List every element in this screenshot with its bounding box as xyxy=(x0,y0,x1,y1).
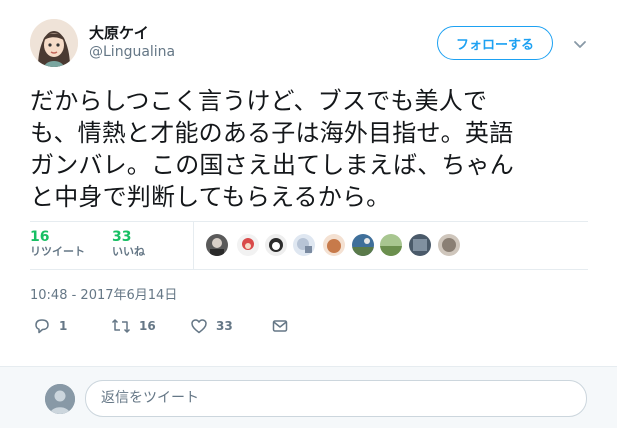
author-avatar[interactable] xyxy=(30,19,78,67)
liker-avatar[interactable] xyxy=(206,234,228,256)
stats-top-divider xyxy=(30,221,588,222)
retweet-icon xyxy=(111,319,131,333)
user-avatar xyxy=(45,384,75,414)
liker-avatar[interactable] xyxy=(409,234,431,256)
liker-avatar[interactable] xyxy=(323,234,345,256)
retweet-count: 16 xyxy=(30,229,50,245)
like-action[interactable]: 33 xyxy=(190,316,233,336)
follow-button[interactable]: フォローする xyxy=(437,26,553,60)
liker-avatar[interactable] xyxy=(438,234,460,256)
tweet-text-line: も、情熱と才能のある子は海外目指せ。英語 xyxy=(30,119,514,147)
default-user-icon xyxy=(45,384,75,414)
reply-action[interactable]: 1 xyxy=(33,316,67,336)
liker-avatar[interactable] xyxy=(380,234,402,256)
like-label: いいね xyxy=(112,245,145,258)
reply-icon xyxy=(35,319,49,334)
tweet-timestamp[interactable]: 10:48 - 2017年6月14日 xyxy=(30,284,177,303)
tweet-text-line: と中身で判断してもらえるから。 xyxy=(30,183,391,211)
envelope-icon xyxy=(272,320,288,332)
liker-avatar[interactable] xyxy=(237,234,259,256)
reply-composer: 返信をツイート xyxy=(0,366,617,428)
tweet-text-line: ガンバレ。この国さえ出てしまえば、ちゃん xyxy=(30,151,514,179)
like-count: 33 xyxy=(112,229,132,245)
retweet-stat[interactable]: 16 リツイート xyxy=(30,229,85,259)
direct-message-action[interactable] xyxy=(271,316,289,336)
reply-count: 1 xyxy=(59,319,68,333)
stats-separator xyxy=(193,222,194,269)
like-action-count: 33 xyxy=(216,319,233,333)
stats-bottom-divider xyxy=(30,269,588,270)
tweet-text: だからしつこく言うけど、ブスでも美人で も、情熱と才能のある子は海外目指せ。英語… xyxy=(30,85,590,213)
liker-avatar[interactable] xyxy=(265,234,287,256)
liker-avatar[interactable] xyxy=(293,234,315,256)
tweet-text-line: だからしつこく言うけど、ブスでも美人で xyxy=(30,87,488,115)
liker-avatar[interactable] xyxy=(352,234,374,256)
retweet-label: リツイート xyxy=(30,245,85,258)
reply-input[interactable]: 返信をツイート xyxy=(85,380,587,417)
author-handle[interactable]: @Lingualina xyxy=(89,44,175,60)
retweet-action[interactable]: 16 xyxy=(111,316,156,336)
chevron-down-icon[interactable] xyxy=(572,36,588,52)
author-display-name[interactable]: 大原ケイ xyxy=(89,22,149,43)
author-avatar-illustration xyxy=(30,19,78,67)
heart-icon xyxy=(191,319,207,334)
retweet-action-count: 16 xyxy=(139,319,156,333)
like-stat[interactable]: 33 いいね xyxy=(112,229,145,259)
